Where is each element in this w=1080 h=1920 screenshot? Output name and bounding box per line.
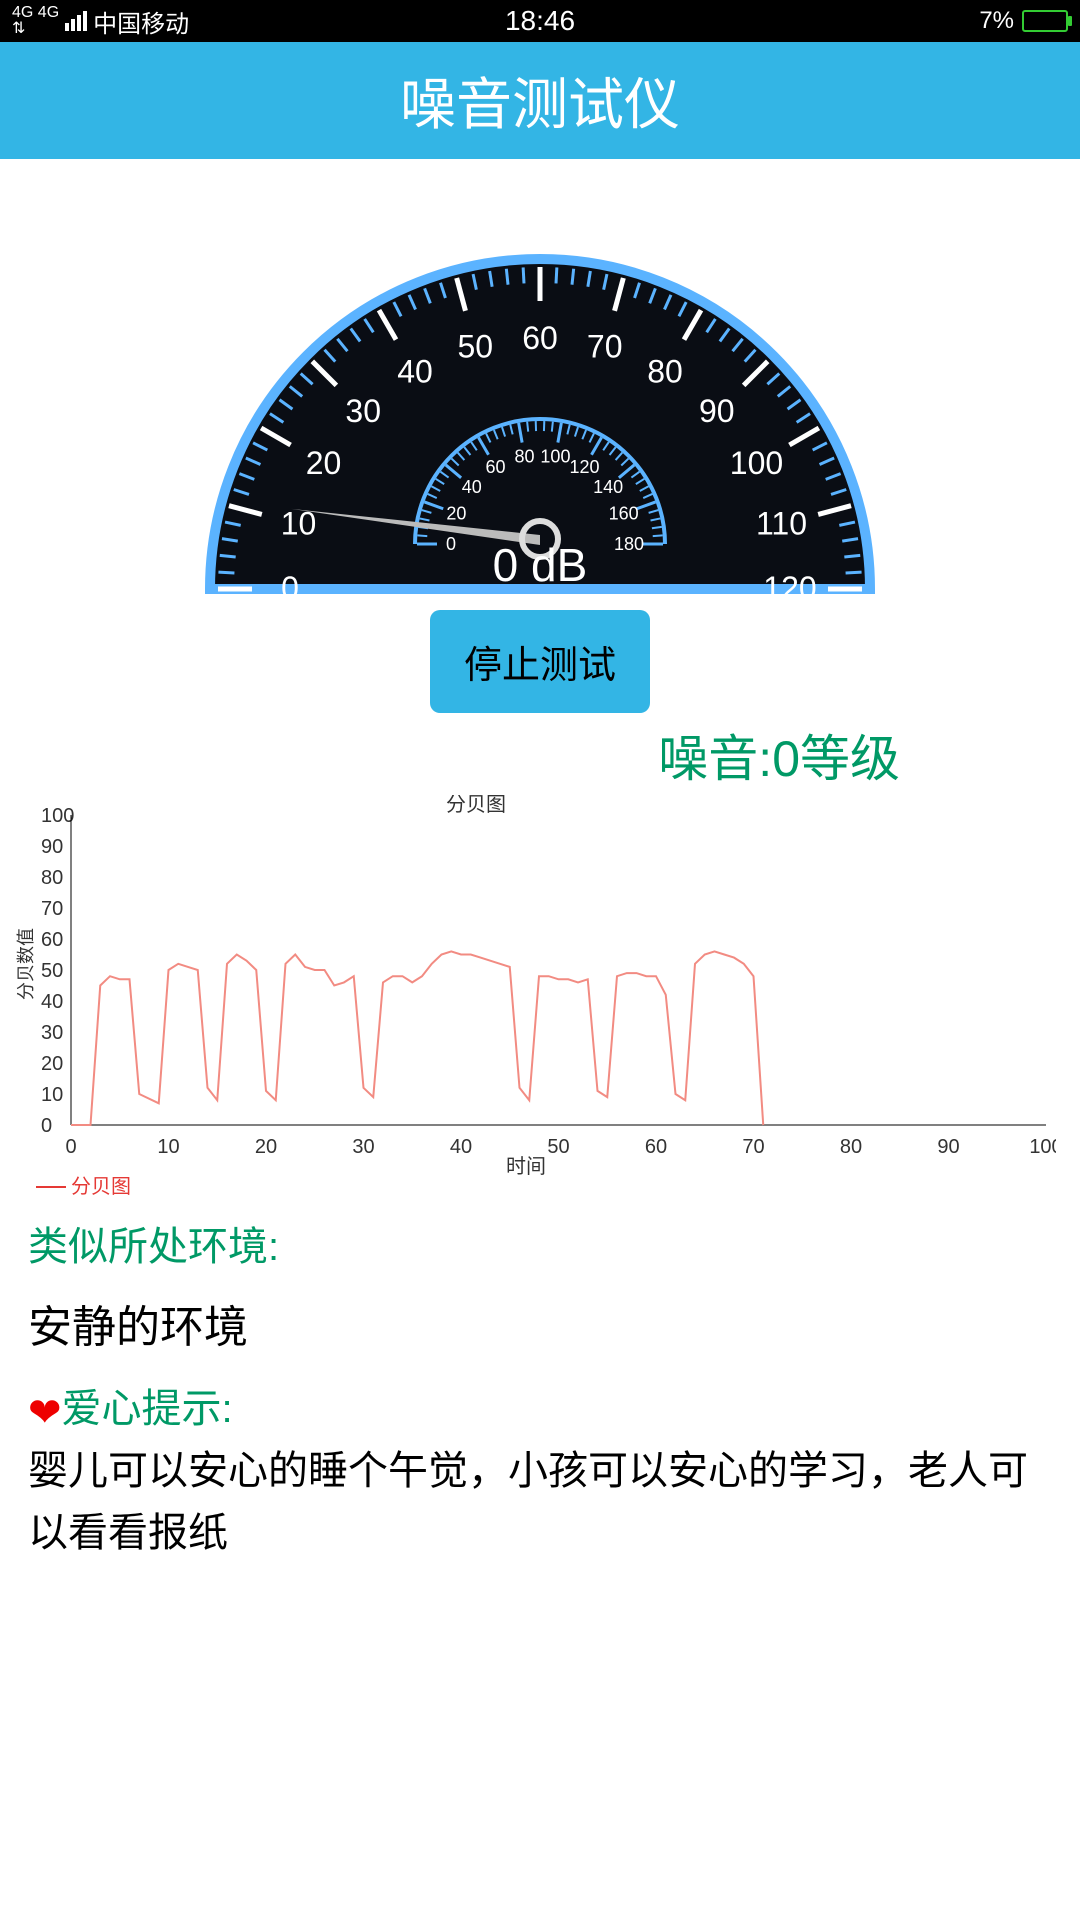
tip-label: 爱心提示: — [62, 1387, 233, 1431]
svg-text:20: 20 — [446, 504, 466, 524]
svg-text:160: 160 — [609, 504, 639, 524]
svg-text:0: 0 — [446, 534, 456, 554]
battery-icon — [1022, 10, 1068, 32]
svg-text:60: 60 — [485, 457, 505, 477]
svg-text:100: 100 — [730, 445, 783, 481]
svg-text:100: 100 — [1029, 1136, 1056, 1158]
svg-text:50: 50 — [41, 960, 63, 982]
svg-text:40: 40 — [450, 1136, 472, 1158]
svg-text:80: 80 — [41, 867, 63, 889]
svg-text:分贝图: 分贝图 — [446, 795, 506, 816]
svg-text:10: 10 — [157, 1136, 179, 1158]
svg-text:40: 40 — [397, 353, 433, 389]
svg-text:140: 140 — [593, 477, 623, 497]
app-title: 噪音测试仪 — [0, 42, 1080, 159]
svg-text:90: 90 — [41, 836, 63, 858]
environment-label: 类似所处环境: — [28, 1216, 1052, 1278]
svg-text:10: 10 — [281, 505, 317, 541]
svg-text:60: 60 — [522, 320, 558, 356]
svg-text:70: 70 — [587, 329, 623, 365]
svg-text:100: 100 — [41, 805, 74, 827]
svg-text:0 dB: 0 dB — [493, 539, 588, 591]
svg-text:20: 20 — [255, 1136, 277, 1158]
svg-text:分贝图: 分贝图 — [71, 1175, 131, 1195]
svg-text:90: 90 — [699, 393, 735, 429]
noise-level-label: 噪音:0等级 — [0, 719, 1080, 791]
svg-text:120: 120 — [569, 457, 599, 477]
svg-text:80: 80 — [647, 353, 683, 389]
svg-text:50: 50 — [457, 329, 493, 365]
svg-text:40: 40 — [462, 477, 482, 497]
decibel-gauge: 0102030405060708090100110120020406080100… — [190, 169, 890, 599]
signal-icon — [65, 11, 87, 31]
svg-text:10: 10 — [41, 1084, 63, 1106]
svg-text:180: 180 — [614, 534, 644, 554]
svg-text:100: 100 — [540, 446, 570, 466]
network-icon: 4G 4G⇅ — [12, 5, 59, 37]
svg-text:时间: 时间 — [506, 1155, 546, 1178]
svg-text:60: 60 — [41, 929, 63, 951]
scroll-content[interactable]: 0102030405060708090100110120020406080100… — [0, 159, 1080, 1920]
svg-text:20: 20 — [306, 445, 342, 481]
svg-text:110: 110 — [756, 505, 807, 541]
svg-text:80: 80 — [515, 446, 535, 466]
heart-icon: ❤ — [28, 1382, 62, 1444]
svg-text:0: 0 — [281, 570, 299, 599]
svg-text:40: 40 — [41, 991, 63, 1013]
stop-test-button[interactable]: 停止测试 — [430, 610, 650, 713]
svg-text:分贝数值: 分贝数值 — [16, 928, 36, 1000]
battery-pct: 7% — [979, 7, 1014, 35]
svg-text:30: 30 — [41, 1022, 63, 1044]
tip-text: 婴儿可以安心的睡个午觉，小孩可以安心的学习，老人可以看看报纸 — [28, 1440, 1052, 1564]
environment-value: 安静的环境 — [28, 1294, 1052, 1362]
decibel-chart: 分贝图 0 10 20 30 40 50 60 70 80 90 100 0 10 20 30 40 50 60 70… — [16, 795, 1056, 1195]
carrier-label: 中国移动 — [93, 4, 189, 39]
svg-text:50: 50 — [547, 1136, 569, 1158]
svg-text:70: 70 — [41, 898, 63, 920]
status-bar: 4G 4G⇅ 中国移动 18:46 7% — [0, 0, 1080, 42]
svg-text:120: 120 — [763, 570, 816, 599]
svg-text:0: 0 — [65, 1136, 76, 1158]
svg-text:30: 30 — [352, 1136, 374, 1158]
svg-text:90: 90 — [937, 1136, 959, 1158]
svg-text:80: 80 — [840, 1136, 862, 1158]
svg-text:30: 30 — [345, 393, 381, 429]
clock: 18:46 — [364, 5, 716, 37]
svg-text:60: 60 — [645, 1136, 667, 1158]
svg-text:0: 0 — [41, 1115, 52, 1137]
svg-text:20: 20 — [41, 1053, 63, 1075]
svg-text:70: 70 — [742, 1136, 764, 1158]
environment-section: 类似所处环境: 安静的环境 ❤爱心提示: 婴儿可以安心的睡个午觉，小孩可以安心的… — [0, 1200, 1080, 1564]
